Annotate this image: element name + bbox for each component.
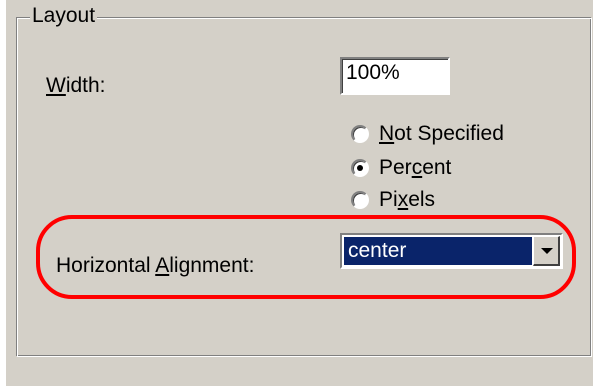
select-selected-value: center [344, 237, 532, 265]
width-input[interactable]: 100% [340, 57, 450, 95]
chevron-down-icon[interactable] [533, 236, 560, 266]
radio-button[interactable] [351, 191, 369, 209]
radio-pixels[interactable]: Pixels [351, 186, 435, 214]
width-label: Width: [46, 74, 106, 97]
horizontal-alignment-label: Horizontal Alignment: [56, 254, 255, 277]
radio-button[interactable] [351, 125, 369, 143]
radio-label-percent: Percent [379, 156, 452, 179]
horizontal-alignment-select[interactable]: center [340, 233, 563, 269]
radio-label-not-specified: Not Specified [379, 122, 504, 145]
radio-percent[interactable]: Percent [351, 154, 451, 182]
layout-panel: Layout Width: 100% Not Specified Percent… [6, 0, 593, 386]
group-box-legend: Layout [30, 4, 98, 28]
radio-not-specified[interactable]: Not Specified [351, 120, 504, 148]
radio-label-pixels: Pixels [379, 188, 436, 211]
group-box-border-highlight [17, 18, 592, 357]
radio-button-selected[interactable] [351, 159, 369, 177]
